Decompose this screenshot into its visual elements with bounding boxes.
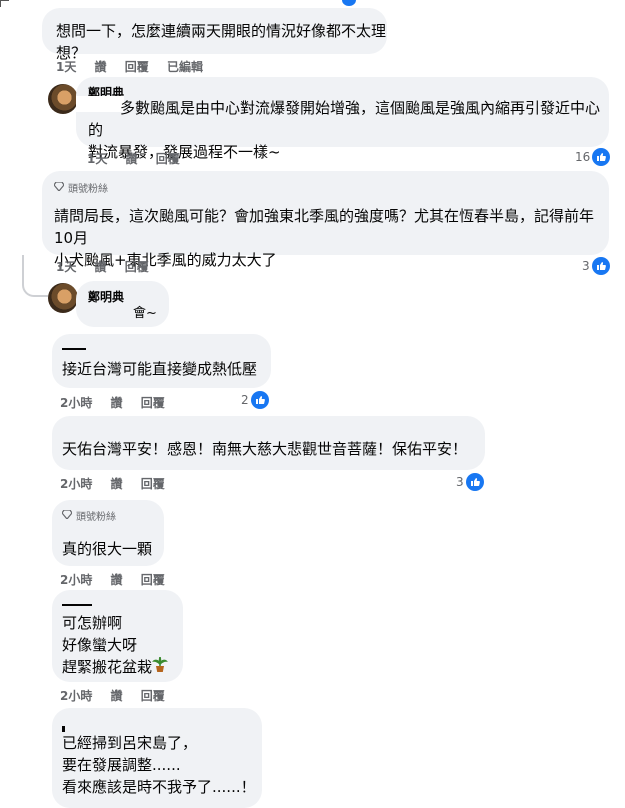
truncated-text-fragment (62, 348, 86, 350)
comment-bubble: 想問一下，怎麼連續兩天開眼的情況好像都不太理想？ (42, 8, 387, 62)
reply-button[interactable]: 回覆 (125, 60, 149, 74)
diamond-icon (53, 180, 65, 194)
comment-bubble: 天佑台灣平安！感恩！南無大慈大悲觀世音菩薩！保佑平安！ (52, 416, 485, 470)
thumbs-up-icon (465, 473, 484, 491)
potted-plant-icon (152, 656, 168, 677)
comment-text: 真的很大一顆 (62, 540, 153, 558)
reaction-number: 16 (575, 150, 591, 164)
comment-bubble: 頭號粉絲 真的很大一顆 (52, 500, 164, 566)
comment-bubble: 已經掃到呂宋島了， 要在發展調整...... 看來應該是時不我予了......！ (52, 708, 262, 808)
cropped-like-icon (342, 0, 356, 6)
comment-text: 天佑台灣平安！感恩！南無大慈大悲觀世音菩薩！保佑平安！ (62, 440, 468, 458)
comment-text: 可怎辦啊 好像蠻大呀 趕緊搬花盆栽 (62, 614, 153, 676)
reply-button[interactable]: 回覆 (141, 477, 165, 491)
timestamp: 2小時 (60, 396, 93, 410)
like-button[interactable]: 讚 (111, 689, 123, 703)
comment-actions: 2小時 讚 回覆 (60, 687, 179, 704)
reaction-number: 3 (582, 259, 590, 273)
top-fan-badge: 頭號粉絲 (61, 508, 116, 523)
comment-bubble: 頭號粉絲 請問局長，這次颱風可能？會加強東北季風的強度嗎？尤其在恆春半島，記得前… (42, 171, 609, 269)
thumbs-up-icon (591, 257, 610, 275)
comment-text: 已經掃到呂宋島了， 要在發展調整...... 看來應該是時不我予了......！ (62, 734, 256, 796)
like-button[interactable]: 讚 (111, 396, 123, 410)
timestamp: 1天 (56, 260, 77, 274)
diamond-icon (61, 508, 73, 522)
comment-actions: 2小時 讚 回覆 (60, 571, 179, 588)
commenter-name[interactable]: 鄭明典 (88, 288, 124, 305)
comment-actions: 1天 讚 回覆 (87, 150, 194, 167)
reply-button[interactable]: 回覆 (141, 689, 165, 703)
reaction-count[interactable]: 3 (456, 473, 484, 491)
reaction-count[interactable]: 2 (241, 391, 269, 409)
comment-actions: 1天 讚 回覆 已編輯 (56, 58, 217, 75)
reaction-count[interactable]: 3 (582, 257, 610, 275)
avatar[interactable] (48, 283, 78, 313)
like-button[interactable]: 讚 (95, 60, 107, 74)
comment-actions: 2小時 讚 回覆 (60, 394, 179, 411)
timestamp: 2小時 (60, 689, 93, 703)
top-fan-badge: 頭號粉絲 (53, 180, 108, 195)
thumbs-up-icon (250, 391, 269, 409)
timestamp: 2小時 (60, 477, 93, 491)
timestamp: 2小時 (60, 573, 93, 587)
comment-bubble: 可怎辦啊 好像蠻大呀 趕緊搬花盆栽 (52, 590, 183, 682)
comment-actions: 1天 讚 回覆 (56, 258, 163, 275)
reply-button[interactable]: 回覆 (141, 396, 165, 410)
reaction-number: 3 (456, 475, 464, 489)
like-button[interactable]: 讚 (126, 152, 138, 166)
comment-text: 會~ (133, 306, 157, 321)
like-button[interactable]: 讚 (111, 477, 123, 491)
comment-text: 接近台灣可能直接變成熱低壓 (62, 360, 258, 378)
comment-actions: 2小時 讚 回覆 (60, 475, 179, 492)
edited-label: 已編輯 (166, 60, 203, 74)
timestamp: 1天 (56, 60, 77, 74)
like-button[interactable]: 讚 (111, 573, 123, 587)
reply-button[interactable]: 回覆 (156, 152, 180, 166)
cropped-corner-mark (0, 0, 9, 7)
badge-label: 頭號粉絲 (76, 512, 116, 523)
avatar[interactable] (48, 84, 78, 114)
comment-bubble: 接近台灣可能直接變成熱低壓 (52, 334, 271, 388)
badge-label: 頭號粉絲 (68, 184, 108, 195)
reply-bubble: 鄭明典 多數颱風是由中心對流爆發開始增強，這個颱風是強風內縮再引發近中心的 對流… (76, 77, 609, 161)
reply-button[interactable]: 回覆 (125, 260, 149, 274)
reaction-count[interactable]: 16 (575, 148, 611, 166)
truncated-text-fragment (62, 604, 92, 606)
thumbs-up-icon (592, 148, 611, 166)
timestamp: 1天 (87, 152, 108, 166)
reaction-number: 2 (241, 393, 249, 407)
reply-bubble: 鄭明典 會~ (76, 281, 169, 327)
reply-button[interactable]: 回覆 (141, 573, 165, 587)
thread-connector (22, 255, 48, 297)
like-button[interactable]: 讚 (95, 260, 107, 274)
